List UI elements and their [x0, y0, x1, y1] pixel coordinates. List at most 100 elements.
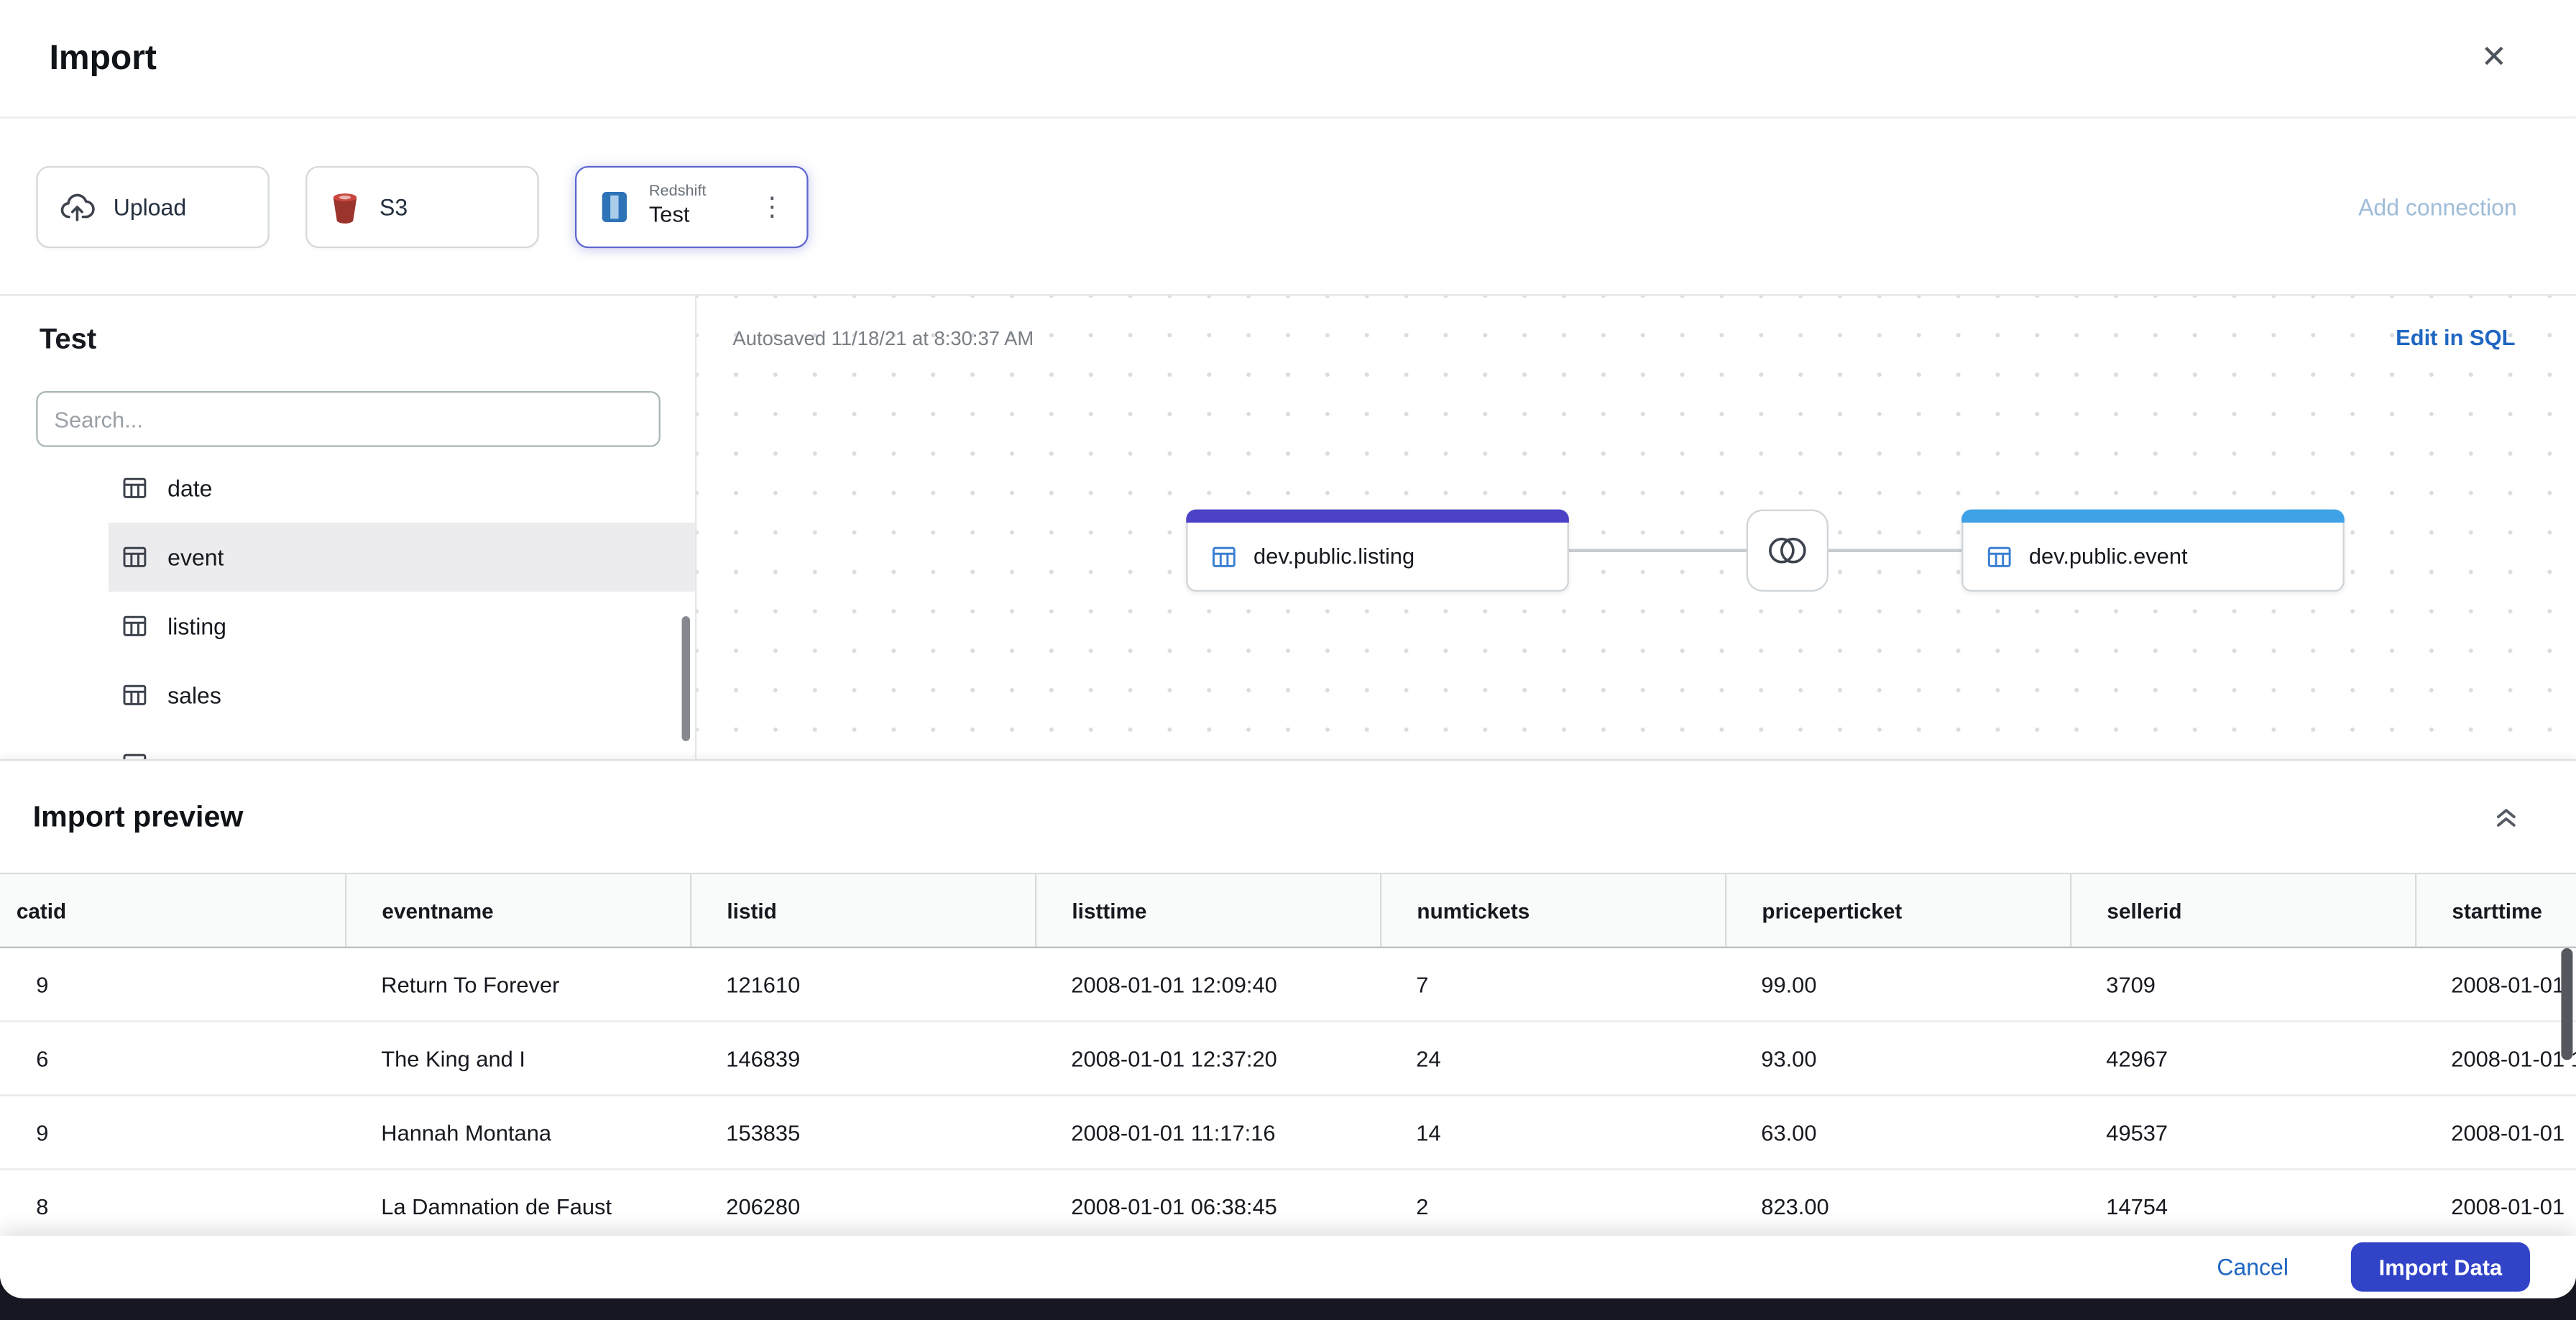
join-node[interactable]	[1746, 509, 1828, 592]
sidebar-item-listing[interactable]: listing	[109, 592, 695, 661]
connection-title: Test	[39, 321, 97, 355]
node-accent-bar	[1186, 509, 1569, 523]
table-icon	[121, 682, 148, 709]
cell: 2008-01-01 11:17:16	[1034, 1095, 1380, 1170]
node-accent-bar	[1961, 509, 2345, 523]
cell: La Damnation de Faust	[344, 1169, 690, 1245]
cell: 153835	[689, 1095, 1035, 1170]
cell: 2008-01-01	[2414, 947, 2576, 1022]
cell: 63.00	[1724, 1095, 2070, 1170]
upload-label: Upload	[113, 193, 187, 220]
table-icon	[1986, 543, 2012, 569]
modal-footer: Cancel Import Data	[0, 1235, 2576, 1298]
cell: 8	[0, 1169, 345, 1245]
cell: 823.00	[1724, 1169, 2070, 1245]
node-label: dev.public.event	[2028, 544, 2188, 569]
s3-icon	[328, 188, 362, 224]
upload-source-button[interactable]: Upload	[36, 165, 270, 247]
column-header: listid	[689, 872, 1035, 948]
column-header: priceperticket	[1724, 872, 2070, 948]
cell: 146839	[689, 1021, 1035, 1096]
source-tabs: Upload S3 Redshift Test ⋮ Add connection	[0, 119, 2576, 295]
content-row: Test date event	[0, 294, 2576, 759]
cell: 3709	[2069, 947, 2415, 1022]
sidebar-item-event[interactable]: event	[108, 522, 695, 592]
sidebar-item-sales[interactable]: sales	[109, 661, 695, 730]
column-header: catid	[0, 872, 345, 948]
redshift-connection-info: Redshift Test	[649, 183, 741, 230]
table-icon	[121, 613, 148, 640]
sidebar-item-label: users	[167, 751, 224, 759]
import-preview-panel: Import preview catid eventname listid li…	[0, 758, 2576, 1298]
table-row: 8 La Damnation de Faust 206280 2008-01-0…	[0, 1169, 2576, 1245]
cell: 49537	[2069, 1095, 2415, 1170]
import-modal: Import ✕ Upload S3 Redshift Test ⋮ Add c…	[0, 0, 2576, 1298]
preview-table-wrap: catid eventname listid listtime numticke…	[0, 872, 2576, 1245]
cell: 2008-01-01 12:37:20	[1034, 1021, 1380, 1096]
sidebar-item-label: event	[167, 544, 224, 571]
connection-name-label: Test	[648, 202, 690, 227]
column-header: sellerid	[2069, 872, 2415, 948]
add-connection-link[interactable]: Add connection	[2358, 193, 2517, 220]
column-header: numtickets	[1379, 872, 1725, 948]
column-header: listtime	[1034, 872, 1380, 948]
node-label: dev.public.listing	[1253, 544, 1415, 569]
tables-sidebar: Test date event	[0, 295, 697, 759]
column-header: starttime	[2414, 872, 2576, 948]
cell: 6	[0, 1021, 345, 1096]
search-input[interactable]	[36, 390, 661, 447]
cell: 2008-01-01 1	[2414, 1021, 2576, 1096]
cell: 2008-01-01 06:38:45	[1034, 1169, 1380, 1245]
page-title: Import	[49, 38, 157, 77]
sidebar-item-label: listing	[167, 613, 226, 640]
preview-header: Import preview	[0, 761, 2576, 872]
cell: 24	[1379, 1021, 1725, 1096]
table-row: 9 Return To Forever 121610 2008-01-01 12…	[0, 947, 2576, 1022]
sidebar-scrollbar[interactable]	[681, 616, 690, 741]
close-icon[interactable]: ✕	[2481, 42, 2507, 73]
sidebar-item-date[interactable]: date	[109, 454, 695, 523]
cell: 2008-01-01	[2414, 1169, 2576, 1245]
cell: 121610	[689, 947, 1035, 1022]
cell: 99.00	[1724, 947, 2070, 1022]
import-data-button[interactable]: Import Data	[2350, 1242, 2530, 1292]
kebab-menu-icon[interactable]: ⋮	[759, 190, 786, 223]
cell: 2008-01-01	[2414, 1095, 2576, 1170]
cell: 14754	[2069, 1169, 2415, 1245]
cell: Hannah Montana	[344, 1095, 690, 1170]
sidebar-item-users[interactable]: users	[109, 730, 695, 759]
cell: 14	[1379, 1095, 1725, 1170]
modal-header: Import ✕	[0, 0, 2576, 119]
cancel-button[interactable]: Cancel	[2217, 1254, 2288, 1280]
cell: 9	[0, 947, 345, 1022]
cell: 7	[1379, 947, 1725, 1022]
table-row: 6 The King and I 146839 2008-01-01 12:37…	[0, 1021, 2576, 1096]
redshift-connection-button[interactable]: Redshift Test ⋮	[574, 165, 809, 247]
cell: 9	[0, 1095, 345, 1170]
collapse-double-chevron-icon[interactable]	[2492, 803, 2520, 831]
sidebar-item-label: date	[167, 475, 213, 502]
s3-source-button[interactable]: S3	[305, 165, 539, 247]
cell: Return To Forever	[344, 947, 690, 1022]
cell: 2008-01-01 12:09:40	[1034, 947, 1380, 1022]
cell: The King and I	[344, 1021, 690, 1096]
connection-type-label: Redshift	[648, 182, 707, 201]
cell: 42967	[2069, 1021, 2415, 1096]
redshift-icon	[598, 188, 631, 224]
table-row: 9 Hannah Montana 153835 2008-01-01 11:17…	[0, 1095, 2576, 1170]
cell: 93.00	[1724, 1021, 2070, 1096]
table-scrollbar[interactable]	[2561, 948, 2573, 1060]
node-dev-public-event[interactable]: dev.public.event	[1961, 509, 2345, 592]
stage: Import ✕ Upload S3 Redshift Test ⋮ Add c…	[0, 0, 2576, 1320]
preview-title: Import preview	[32, 799, 244, 833]
cell: 2	[1379, 1169, 1725, 1245]
sidebar-item-label: sales	[167, 682, 221, 709]
cloud-upload-icon	[59, 188, 95, 224]
autosave-status: Autosaved 11/18/21 at 8:30:37 AM	[732, 326, 1034, 350]
tables-list: date event listing sales	[0, 454, 695, 759]
s3-label: S3	[379, 193, 408, 220]
edit-in-sql-link[interactable]: Edit in SQL	[2396, 326, 2515, 350]
table-icon	[121, 544, 148, 571]
join-canvas: Autosaved 11/18/21 at 8:30:37 AM Edit in…	[696, 295, 2576, 759]
node-dev-public-listing[interactable]: dev.public.listing	[1186, 509, 1569, 592]
